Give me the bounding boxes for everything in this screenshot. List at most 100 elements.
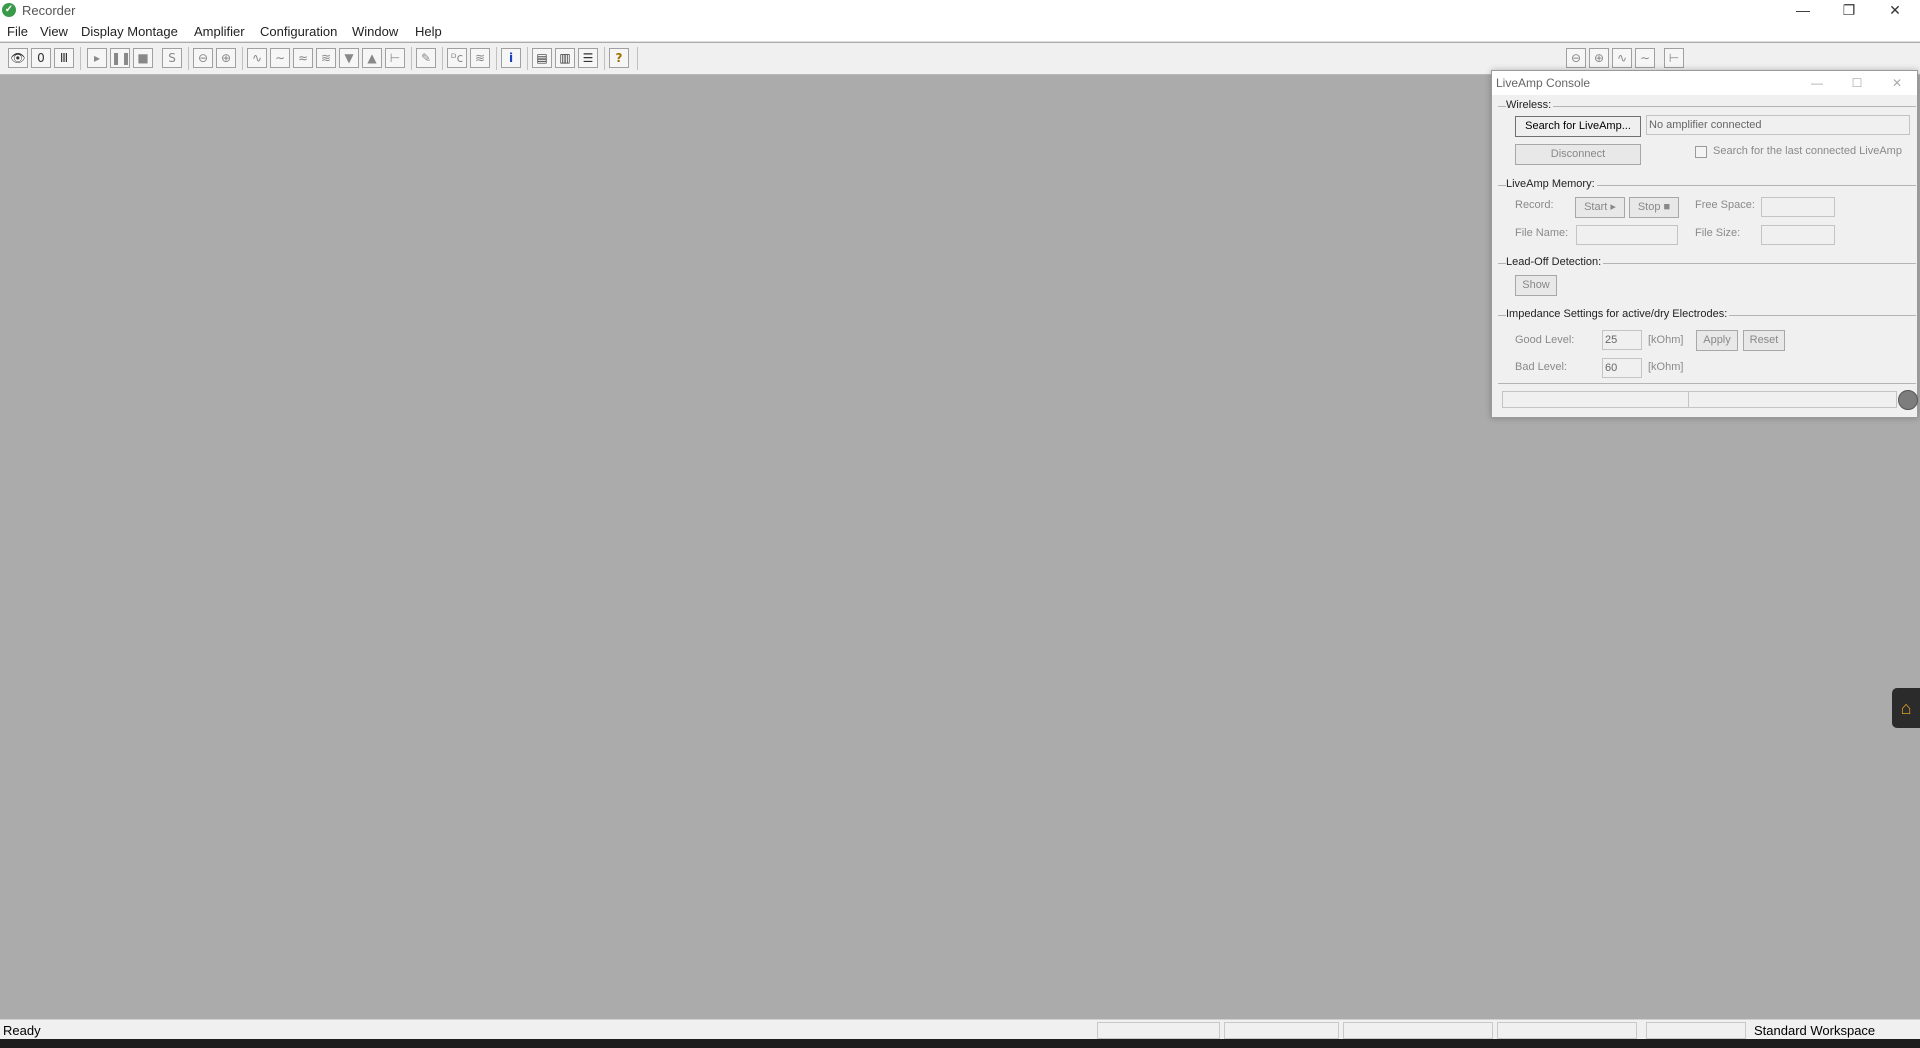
toolbar-separator [80,47,81,70]
memory-label: LiveAmp Memory: [1506,178,1597,190]
help-icon[interactable]: ? [609,48,629,68]
good-level-unit: [kOhm] [1648,334,1684,346]
minimize-button[interactable]: — [1780,0,1826,22]
wireless-group-line [1498,106,1916,107]
record-label: Record: [1515,199,1554,211]
info-icon[interactable]: i [501,48,521,68]
recorder-logo-icon: ✓ [2,3,16,17]
pause-icon[interactable]: ❚❚ [110,48,131,68]
menu-amplifier[interactable]: Amplifier [194,24,245,39]
zoom-out-icon[interactable]: ⊖ [193,48,213,68]
baseline-icon[interactable]: ⊢ [1664,48,1684,68]
liveamp-console-window: LiveAmp Console — ☐ ✕ Wireless: Search f… [1491,70,1918,418]
layout-icon[interactable]: ▤ [532,48,552,68]
toolbar-separator [604,47,605,70]
channels-icon[interactable]: ≋ [316,48,336,68]
plugin-handle-icon[interactable]: ⌂ [1892,688,1920,728]
disconnect-button[interactable]: Disconnect [1515,144,1641,165]
save-icon[interactable]: S [162,48,182,68]
baseline-icon[interactable]: ⊢ [385,48,405,68]
file-size-field [1761,225,1835,245]
wireless-label: Wireless: [1506,99,1554,111]
record-start-button[interactable]: Start ▸ [1575,197,1625,218]
wave-scale-down-icon[interactable]: ∼ [270,48,290,68]
stop-icon: ■ [1663,201,1671,213]
impedance-reset-button[interactable]: Reset [1743,330,1785,351]
status-bar: Ready Standard Workspace [0,1019,1920,1039]
status-text: Ready [3,1023,41,1038]
workspace-name: Standard Workspace [1754,1023,1876,1038]
toolbar-separator [496,47,497,70]
taskbar-strip [0,1039,1920,1048]
search-liveamp-button[interactable]: Search for LiveAmp... [1515,116,1641,137]
toolbar-separator [442,47,443,70]
toolbar-separator [637,47,638,70]
monitor-eye-icon[interactable]: 👁 [8,48,28,68]
connection-status-led [1898,390,1918,410]
menu-window[interactable]: Window [352,24,398,39]
toolbar-separator [527,47,528,70]
status-pane [1497,1022,1637,1039]
bad-level-input[interactable]: 60 [1602,358,1642,378]
toolbar-separator [242,47,243,70]
file-size-label: File Size: [1695,227,1741,239]
free-space-label: Free Space: [1695,199,1755,211]
split-view-icon[interactable]: ▥ [555,48,575,68]
bad-level-label: Bad Level: [1515,361,1567,373]
wave-scale-icon[interactable]: ∿ [1612,48,1632,68]
console-status-bar [1502,391,1897,408]
maximize-button[interactable]: ❐ [1826,0,1872,22]
console-status-divider [1688,391,1689,408]
title-bar: ✓ Recorder — ❐ ✕ [0,0,1920,22]
console-close-button[interactable]: ✕ [1882,73,1912,93]
record-stop-button[interactable]: Stop ■ [1629,197,1679,218]
file-name-field [1576,225,1678,245]
arrow-down-icon[interactable]: ▼ [339,48,359,68]
stop-icon[interactable]: ■ [133,48,153,68]
status-pane [1224,1022,1339,1039]
start-label: Start [1584,201,1608,213]
menu-file[interactable]: File [7,24,28,39]
close-button[interactable]: ✕ [1872,0,1918,22]
status-pane [1646,1022,1746,1039]
last-connected-label: Search for the last connected LiveAmp [1713,145,1902,157]
wave-filter-icon[interactable]: ≈ [293,48,313,68]
zoom-in-icon[interactable]: ⊕ [1589,48,1609,68]
menu-bar: File View Display Montage Amplifier Conf… [0,22,1920,42]
window-title: Recorder [22,3,76,18]
status-pane [1343,1022,1493,1039]
arrow-up-icon[interactable]: ▲ [362,48,382,68]
menu-display-montage[interactable]: Display Montage [81,24,178,39]
record-start-icon[interactable]: ▸ [87,48,107,68]
toolbar-separator [411,47,412,70]
impedance-label: Impedance Settings for active/dry Electr… [1506,308,1730,320]
last-connected-checkbox[interactable] [1695,146,1707,158]
lead-off-show-button[interactable]: Show [1515,275,1557,296]
console-minimize-button[interactable]: — [1802,73,1832,93]
wave-scale-down-icon[interactable]: ∼ [1635,48,1655,68]
stack-view-icon[interactable]: ☰ [578,48,598,68]
impedance-apply-button[interactable]: Apply [1696,330,1738,351]
impedance-icon[interactable]: Ⅲ [54,48,74,68]
menu-view[interactable]: View [40,24,68,39]
zoom-out-icon[interactable]: ⊖ [1566,48,1586,68]
console-maximize-button[interactable]: ☐ [1842,73,1872,93]
file-name-label: File Name: [1515,227,1569,239]
toolbar-separator [188,47,189,70]
menu-help[interactable]: Help [415,24,442,39]
console-title-bar: LiveAmp Console — ☐ ✕ [1492,71,1917,95]
test-signal-icon[interactable]: 0 [31,48,51,68]
pencil-icon[interactable]: ✎ [416,48,436,68]
zoom-in-icon[interactable]: ⊕ [216,48,236,68]
wave-scale-up-icon[interactable]: ∿ [247,48,267,68]
menu-configuration[interactable]: Configuration [260,24,337,39]
connection-status-field: No amplifier connected [1646,115,1910,135]
free-space-field [1761,197,1835,217]
status-pane [1097,1022,1220,1039]
lead-off-label: Lead-Off Detection: [1506,256,1604,268]
good-level-input[interactable]: 25 [1602,330,1642,350]
play-icon: ▸ [1610,201,1616,213]
console-bottom-line [1498,383,1916,384]
filter-icon[interactable]: ≋ [470,48,490,68]
dc-correction-icon[interactable]: ᴰc [447,48,467,68]
